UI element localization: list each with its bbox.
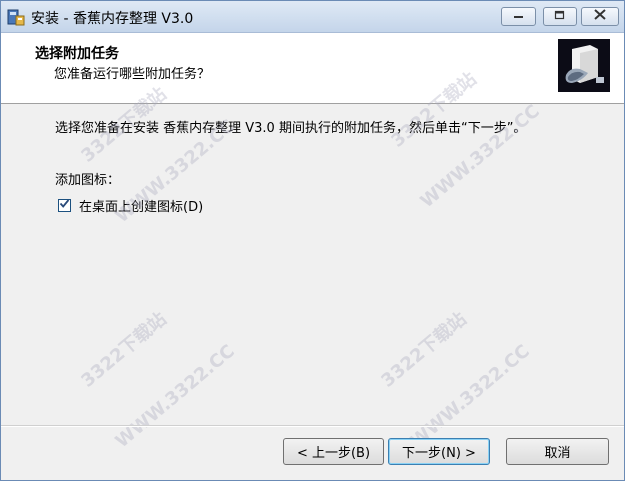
add-icons-label: 添加图标： [55,173,121,188]
cancel-button[interactable]: 取消 [506,438,609,465]
desktop-icon-option[interactable]: 在桌面上创建图标(D) [58,196,203,215]
desktop-icon-checkbox[interactable] [58,199,71,212]
next-button[interactable]: 下一步(N) > [388,438,490,465]
wizard-content: 选择您准备在安装 香蕉内存整理 V3.0 期间执行的附加任务，然后单击“下一步”… [1,104,624,424]
back-button[interactable]: < 上一步(B) [283,438,384,465]
close-icon [594,9,606,24]
wizard-header: 选择附加任务 您准备运行哪些附加任务？ [1,33,624,104]
window-title: 安装 - 香蕉内存整理 V3.0 [31,11,194,27]
page-subtitle: 您准备运行哪些附加任务？ [54,67,211,82]
minimize-icon [513,9,525,24]
page-title: 选择附加任务 [35,46,119,62]
maximize-icon [554,9,566,24]
task-description: 选择您准备在安装 香蕉内存整理 V3.0 期间执行的附加任务，然后单击“下一步”… [55,121,527,136]
installer-window: 安装 - 香蕉内存整理 V3.0 选择附加任务 您准备运行哪些附加任务？ 选择您… [0,0,625,481]
check-icon [59,198,70,213]
installer-app-icon [7,8,25,26]
title-bar[interactable]: 安装 - 香蕉内存整理 V3.0 [1,1,624,33]
maximize-button[interactable] [543,7,577,26]
desktop-icon-checkbox-label[interactable]: 在桌面上创建图标(D) [79,196,203,215]
footer-divider [1,425,624,427]
setup-box-icon [558,39,610,92]
minimize-button[interactable] [501,7,536,26]
close-button[interactable] [581,7,619,26]
